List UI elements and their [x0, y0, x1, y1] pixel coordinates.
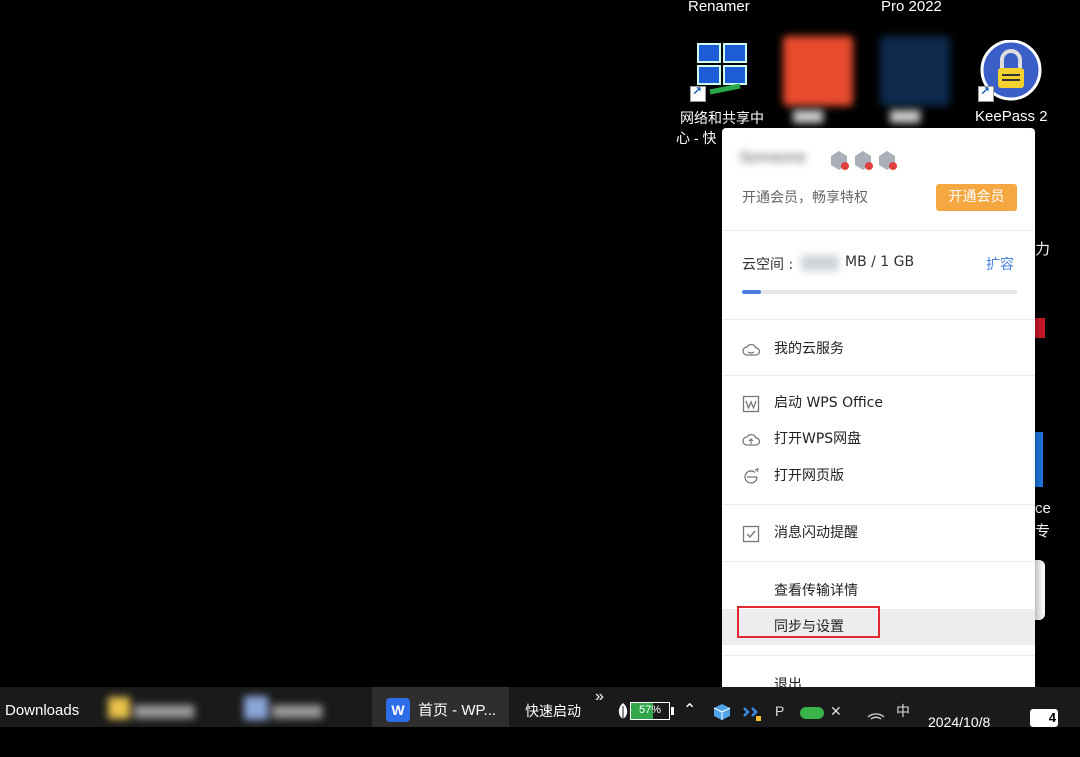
cube-tray-icon[interactable] [712, 703, 732, 721]
taskbar-downloads[interactable]: Downloads [5, 687, 79, 727]
keepass-label: KeePass 2 [975, 108, 1048, 125]
desktop-label-pro2022: Pro 2022 [881, 0, 942, 15]
ime-icon[interactable]: 中 [896, 687, 910, 727]
wifi-icon[interactable] [866, 705, 886, 721]
my-cloud-service-label: 我的云服务 [774, 341, 844, 357]
open-membership-button[interactable]: 开通会员 [936, 184, 1017, 211]
leaf-icon[interactable] [617, 702, 629, 720]
divider [722, 655, 1035, 656]
desktop-label-renamer: Renamer [688, 0, 750, 15]
battery-cap [671, 707, 674, 715]
quick-launch-chevron[interactable]: » [595, 673, 604, 713]
cloud-upload-icon [742, 433, 760, 446]
shortcut-arrow-icon [978, 84, 994, 102]
my-cloud-service-item[interactable]: 我的云服务 [722, 331, 1035, 367]
edge-fragment-white [1035, 560, 1045, 620]
notify-flash-label: 消息闪动提醒 [774, 525, 858, 541]
battery-text: 57% [638, 704, 662, 716]
sync-settings-label: 同步与设置 [774, 619, 844, 635]
expand-storage-link[interactable]: 扩容 [986, 254, 1014, 274]
quick-launch-label[interactable]: 快速启动 [525, 687, 581, 727]
notify-flash-item[interactable]: 消息闪动提醒 [722, 515, 1035, 551]
blurred-app-label: ▇▇▇ [793, 108, 823, 123]
edge-fragment-red [1035, 318, 1045, 338]
notification-icon[interactable]: 4 [1030, 709, 1058, 727]
photoshop-label: ▇▇▇ [890, 108, 920, 123]
storage-total: MB / 1 GB [845, 254, 915, 270]
open-netdisk-item[interactable]: 打开WPS网盘 [722, 421, 1035, 457]
battery-indicator[interactable]: 57% [630, 702, 670, 720]
edge-fragment-blue [1035, 432, 1043, 487]
edge-fragment-1: 力 [1035, 241, 1051, 258]
checkbox-checked-icon[interactable] [742, 525, 760, 543]
shortcut-arrow-icon [690, 84, 706, 102]
dropbox-like-tray-icon[interactable] [740, 704, 764, 724]
divider [722, 561, 1035, 562]
storage-used-value [801, 255, 839, 271]
blurred-app-icon[interactable] [783, 36, 853, 106]
username: Someone [740, 150, 806, 166]
sync-settings-item[interactable]: 同步与设置 [722, 606, 1035, 645]
transfer-details-label: 查看传输详情 [774, 583, 858, 599]
tray-expand-chevron-icon[interactable]: ⌃ [683, 687, 696, 727]
edge-fragment-2: ce [1035, 500, 1051, 517]
network-share-label-line1: 网络和共享中 [680, 110, 764, 126]
divider [722, 230, 1035, 231]
taskbar-wps-item[interactable]: W 首页 - WP... [372, 687, 509, 727]
wps-cloud-popup: Someone 开通会员，畅享特权 开通会员 云空间 : MB / 1 GB 扩… [722, 128, 1035, 708]
date-text[interactable]: 2024/10/8 [928, 687, 990, 730]
chat-tray-icon[interactable] [800, 707, 824, 719]
launch-wps-item[interactable]: 启动 WPS Office [722, 385, 1035, 421]
notification-count: 4 [1048, 710, 1056, 725]
cloud-icon [742, 343, 760, 356]
storage-label: 云空间 : [742, 257, 794, 273]
keepass-icon[interactable] [978, 39, 1044, 106]
wps-app-icon: W [386, 698, 410, 722]
taskbar-blurred-item-2[interactable]: ▇▇▇▇▇ [244, 687, 364, 727]
taskbar: Downloads ▇▇▇▇▇▇ ▇▇▇▇▇ W 首页 - WP... 快速启动… [0, 687, 1080, 730]
open-web-label: 打开网页版 [774, 468, 844, 484]
transfer-details-item[interactable]: 查看传输详情 [722, 573, 1035, 609]
taskbar-blurred-item-1[interactable]: ▇▇▇▇▇▇ [108, 687, 228, 727]
mute-icon[interactable]: ✕ [830, 687, 842, 727]
wps-icon [742, 395, 760, 413]
photoshop-icon[interactable] [880, 36, 950, 106]
browser-icon [744, 468, 759, 484]
open-netdisk-label: 打开WPS网盘 [774, 431, 862, 447]
divider [722, 375, 1035, 376]
wps-tab-label: 首页 - WP... [418, 702, 497, 719]
divider [722, 319, 1035, 320]
storage-progress-fill [742, 290, 762, 294]
badge-icons [830, 150, 906, 176]
open-web-item[interactable]: 打开网页版 [722, 458, 1035, 494]
divider [722, 504, 1035, 505]
tray-icon-p[interactable]: P [775, 687, 784, 727]
network-share-icon[interactable] [690, 40, 756, 106]
member-prompt: 开通会员，畅享特权 [742, 190, 868, 206]
edge-fragment-3: 专 [1035, 523, 1051, 540]
launch-wps-label: 启动 WPS Office [774, 395, 883, 411]
storage-progress-bar [742, 290, 1017, 294]
